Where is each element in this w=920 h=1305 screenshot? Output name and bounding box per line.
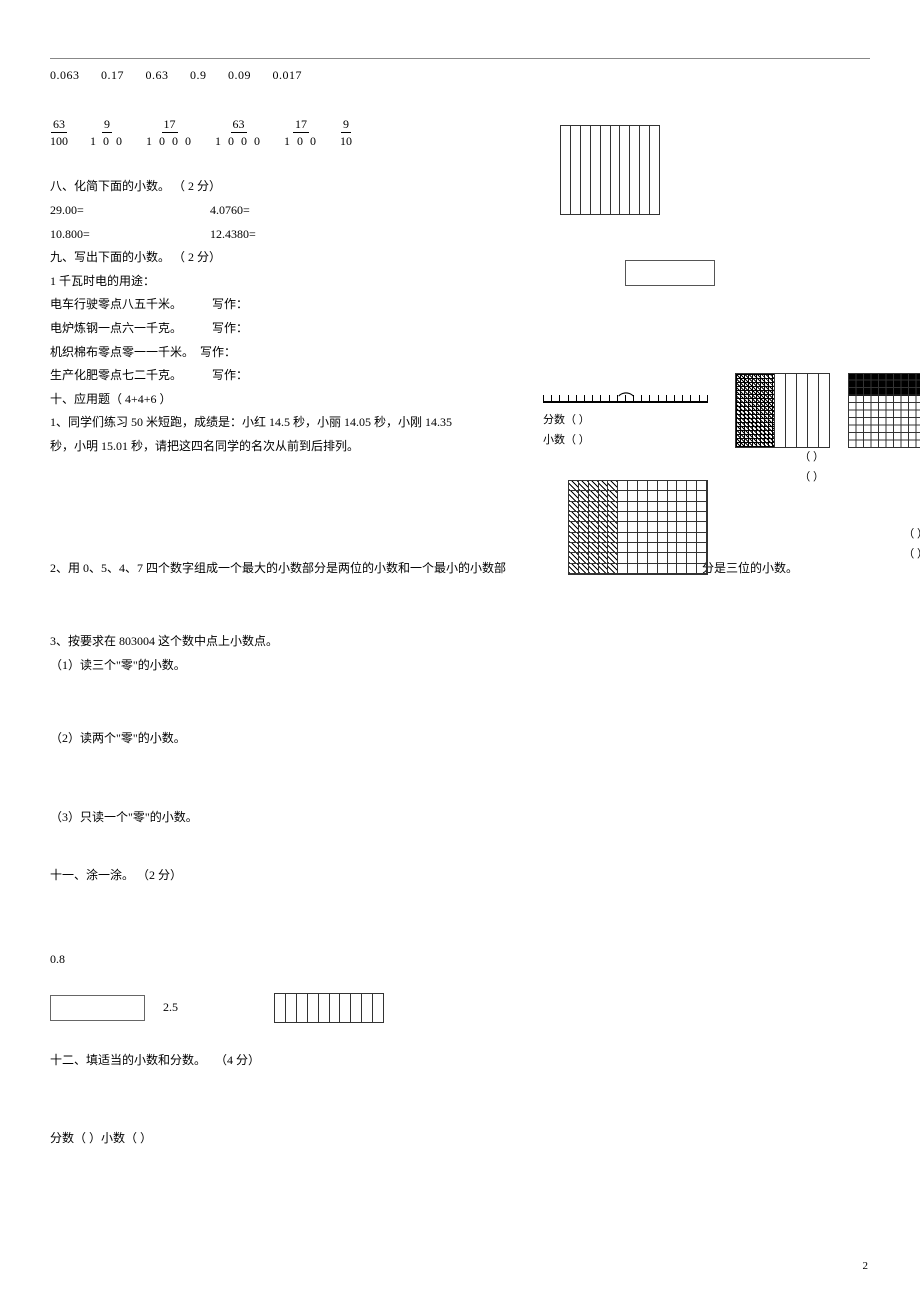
q11-title: 十一、涂一涂。 (50, 868, 134, 882)
q10-p3-1: （1）读三个"零"的小数。 (50, 655, 870, 677)
q12-title-line: 十二、填适当的小数和分数。 （4 分） (50, 1050, 870, 1072)
q8-row: 10.800= 12.4380= (50, 224, 870, 246)
decimal-value: 0.17 (101, 68, 124, 82)
page-number: 2 (863, 1257, 869, 1277)
fraction: 171 0 0 0 (146, 117, 193, 149)
column-grid-10 (274, 993, 384, 1023)
document-content: 0.063 0.17 0.63 0.9 0.09 0.017 63100 91 … (50, 65, 870, 1150)
q8-cell: 12.4380= (210, 224, 256, 246)
large-hatch-grid (568, 480, 708, 575)
fraction: 910 (340, 117, 352, 149)
q8-cell: 10.800= (50, 224, 210, 246)
brace-icon: ︵ (543, 387, 708, 395)
paren-label: （ ） (848, 545, 920, 565)
q8-row: 29.00= 4.0760= (50, 200, 870, 222)
ruler-decimal-label: 小数（ ） (543, 431, 708, 451)
q11-row2: 2.5 (50, 993, 870, 1023)
q9-title: 九、写出下面的小数。 (50, 250, 170, 264)
fraction-list: 63100 91 0 0 171 0 0 0 631 0 0 0 171 0 0… (50, 117, 870, 149)
q8-points: （ 2 分） (173, 179, 221, 193)
fraction: 91 0 0 (90, 117, 124, 149)
q10-p3-3: （3）只读一个"零"的小数。 (50, 807, 870, 829)
decimal-value: 0.09 (228, 68, 251, 82)
q12-title: 十二、填适当的小数和分数。 (50, 1053, 200, 1067)
decimal-value: 0.063 (50, 68, 80, 82)
q11-points: （2 分） (137, 868, 182, 882)
fraction: 171 0 0 (284, 117, 318, 149)
q12-labels: 分数（ ）小数（ ） (50, 1128, 870, 1150)
fraction: 63100 (50, 117, 68, 149)
decimal-value: 0.017 (273, 68, 303, 82)
q8-title-line: 八、化简下面的小数。 （ 2 分） (50, 176, 870, 198)
grid-figure-1 (560, 125, 660, 215)
fraction: 631 0 0 0 (215, 117, 262, 149)
ruler-figure: ︵ 分数（ ） 小数（ ） (543, 387, 708, 451)
horizontal-rule-top (50, 58, 870, 59)
q9-title-line: 九、写出下面的小数。 （ 2 分） (50, 247, 870, 269)
q9-points: （ 2 分） (173, 250, 221, 264)
q8-cell: 4.0760= (210, 200, 250, 222)
q10-p1: 1、同学们练习 50 米短跑，成绩是：小红 14.5 秒，小丽 14.05 秒，… (50, 412, 515, 434)
decimal-list: 0.063 0.17 0.63 0.9 0.09 0.017 (50, 65, 870, 87)
hatch-figure-a: （ ） （ ） (735, 373, 830, 488)
q9-item: 机织棉布零点零一一千米。 写作： (50, 342, 870, 364)
q10-p3-2: （2）读两个"零"的小数。 (50, 728, 870, 750)
ruler-fraction-label: 分数（ ） (543, 411, 708, 431)
paren-label: （ ） (848, 525, 920, 545)
q10-p3-head: 3、按要求在 803004 这个数中点上小数点。 (50, 631, 870, 653)
hatch-figure-b: /*grid lines via borders below*/ （ ） （ ） (848, 373, 920, 565)
q12-points: （4 分） (215, 1053, 260, 1067)
paren-label: （ ） (735, 448, 830, 468)
empty-box-2 (50, 995, 145, 1021)
empty-box (625, 260, 715, 286)
q9-lead: 1 千瓦时电的用途： (50, 271, 870, 293)
q10-p2: 2、用 0、5、4、7 四个数字组成一个最大的小数部分是两位的小数和一个最小的小… (50, 558, 870, 580)
q11-title-line: 十一、涂一涂。 （2 分） (50, 865, 870, 887)
q9-item: 电车行驶零点八五千米。 写作： (50, 294, 870, 316)
q9-item: 电炉炼钢一点六一千克。 写作： (50, 318, 870, 340)
decimal-value: 0.9 (190, 68, 207, 82)
paren-label: （ ） (735, 468, 830, 488)
q8-title: 八、化简下面的小数。 (50, 179, 170, 193)
q8-cell: 29.00= (50, 200, 210, 222)
q11-v2: 2.5 (163, 999, 178, 1013)
q11-v1: 0.8 (50, 949, 870, 971)
decimal-value: 0.63 (146, 68, 169, 82)
